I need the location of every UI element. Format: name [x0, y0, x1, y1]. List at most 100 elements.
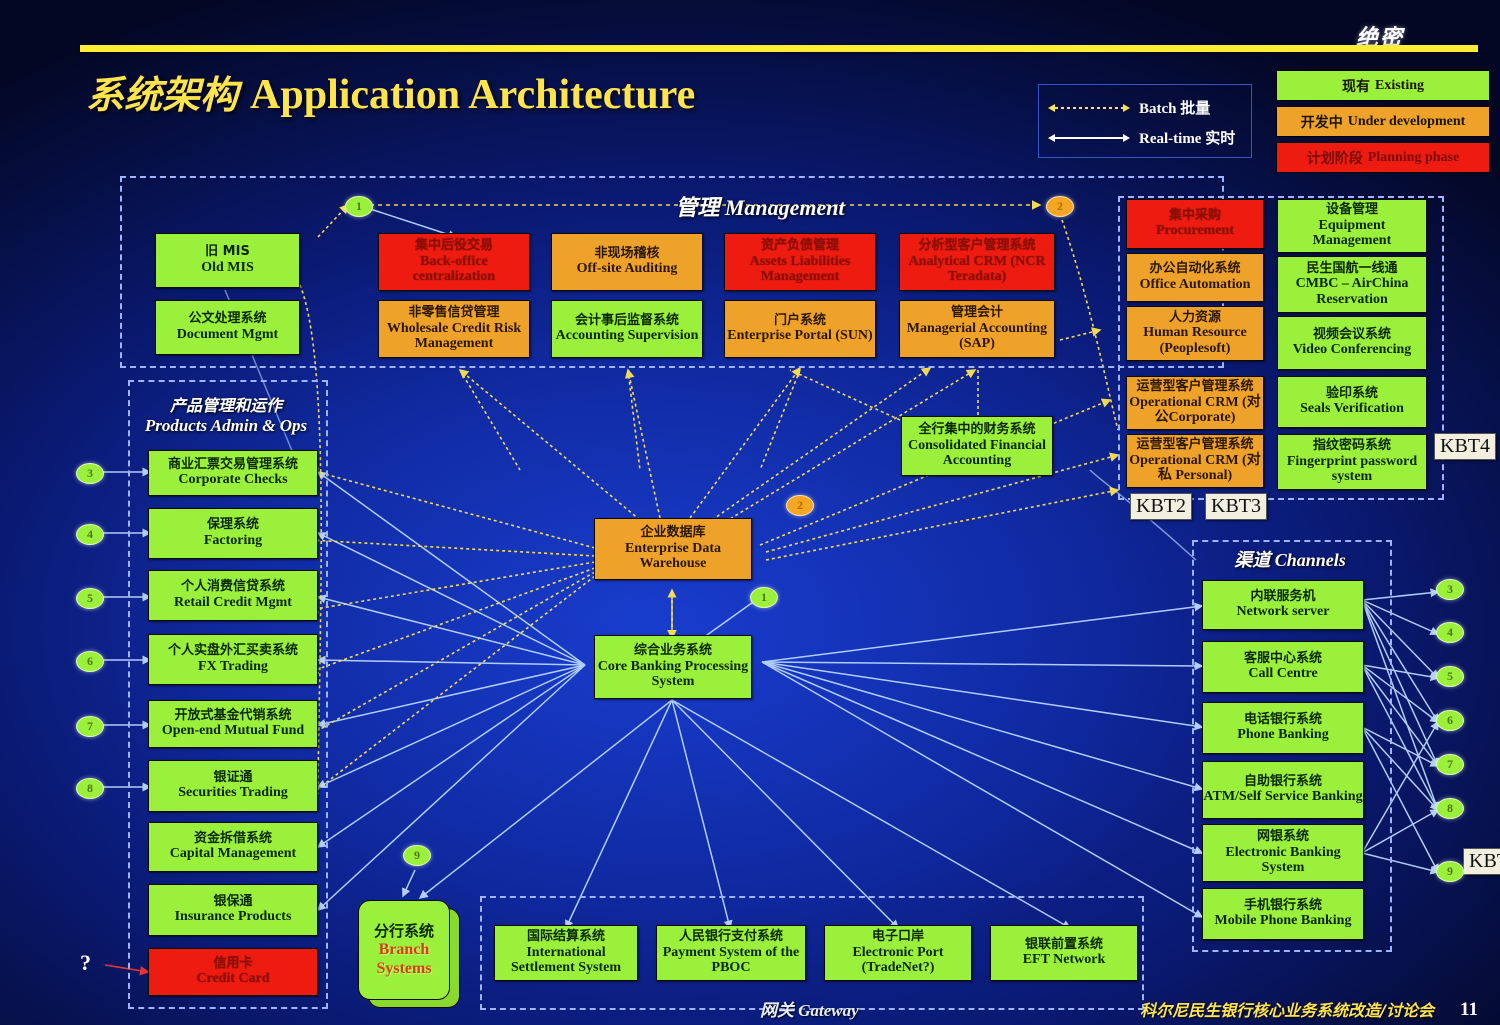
node-phone-banking[interactable]: 电话银行系统 Phone Banking [1202, 702, 1364, 754]
node-label-zh: 人民银行支付系统 [678, 929, 783, 945]
node-electronic-port[interactable]: 电子口岸 Electronic Port (TradeNet?) [824, 925, 972, 981]
legend-realtime: Real-time 实时 [1047, 127, 1235, 148]
node-label-zh: 非零售信贷管理 [408, 305, 500, 321]
node-payment-system-pboc[interactable]: 人民银行支付系统 Payment System of the PBOC [656, 925, 806, 981]
node-label-en: CMBC – AirChina Reservation [1295, 276, 1409, 307]
node-label-en: Operational CRM (对私 Personal) [1129, 452, 1261, 484]
title-rule [80, 45, 1478, 52]
badge-right-8: 8 [1436, 798, 1464, 819]
node-label-en: Credit Card [196, 971, 270, 987]
badge-right-6: 6 [1436, 710, 1464, 731]
node-corporate-checks[interactable]: 商业汇票交易管理系统 Corporate Checks [148, 450, 318, 496]
node-equipment-management[interactable]: 设备管理 Equipment Management [1277, 199, 1427, 253]
node-label-zh: 银联前置系统 [1024, 936, 1103, 952]
node-label-en: Assets Liabilities Management [749, 253, 851, 285]
node-fx-trading[interactable]: 个人实盘外汇买卖系统 FX Trading [148, 634, 318, 685]
node-label-zh: 门户系统 [773, 312, 826, 328]
node-label-zh: 指纹密码系统 [1312, 438, 1391, 454]
node-electronic-banking-system[interactable]: 网银系统 Electronic Banking System [1202, 824, 1364, 882]
node-credit-card[interactable]: 信用卡 Credit Card [148, 948, 318, 996]
node-label-en: Enterprise Portal (SUN) [727, 328, 873, 344]
node-analytical-crm[interactable]: 分析型客户管理系统 Analytical CRM (NCR Teradata) [899, 233, 1055, 291]
badge-left-3: 3 [76, 463, 104, 484]
node-label-zh: 运营型客户管理系统 [1136, 379, 1254, 395]
node-label-zh: 银证通 [213, 769, 253, 785]
swatch-existing-en: Existing [1374, 77, 1424, 93]
node-retail-credit-mgmt[interactable]: 个人消费信贷系统 Retail Credit Mgmt [148, 570, 318, 621]
branch-label-en2: Systems [376, 960, 432, 977]
node-label-zh: 电子口岸 [871, 929, 924, 945]
node-eft-network[interactable]: 银联前置系统 EFT Network [990, 925, 1138, 981]
node-label-en: Video Conferencing [1292, 342, 1412, 358]
node-managerial-accounting[interactable]: 管理会计 Managerial Accounting (SAP) [899, 300, 1055, 358]
kbt-tag-right: KBT [1463, 848, 1500, 875]
badge-branch-9: 9 [403, 845, 431, 866]
node-seals-verification[interactable]: 验印系统 Seals Verification [1277, 376, 1427, 428]
node-capital-management[interactable]: 资金拆借系统 Capital Management [148, 822, 318, 872]
node-branch-systems[interactable]: 分行系统 Branch Systems [358, 900, 450, 1000]
badge-right-7: 7 [1436, 754, 1464, 775]
node-cmbc-airchina-reservation[interactable]: 民生国航一线通 CMBC – AirChina Reservation [1277, 256, 1427, 313]
group-management-title-en: Management [724, 195, 845, 220]
node-open-end-mutual-fund[interactable]: 开放式基金代销系统 Open-end Mutual Fund [148, 700, 318, 748]
node-label-en: International Settlement System [510, 944, 622, 976]
node-factoring[interactable]: 保理系统 Factoring [148, 508, 318, 559]
node-enterprise-data-warehouse[interactable]: 企业数据库 Enterprise Data Warehouse [594, 518, 752, 580]
node-label-zh: 手机银行系统 [1243, 897, 1322, 913]
kbt-tag-4: KBT4 [1434, 433, 1496, 460]
node-consolidated-financial-accounting[interactable]: 全行集中的财务系统 Consolidated Financial Account… [901, 416, 1053, 476]
node-call-centre[interactable]: 客服中心系统 Call Centre [1202, 641, 1364, 693]
node-core-banking-processing-system[interactable]: 综合业务系统 Core Banking Processing System [594, 635, 752, 699]
group-management-title-zh: 管理 [675, 196, 720, 221]
group-channels-title: 渠道 Channels [1192, 546, 1388, 572]
page-title: 系统架构 Application Architecture [86, 64, 695, 119]
node-label-zh: 会计事后监督系统 [574, 312, 679, 328]
node-video-conferencing[interactable]: 视频会议系统 Video Conferencing [1277, 316, 1427, 370]
node-securities-trading[interactable]: 银证通 Securities Trading [148, 760, 318, 812]
node-label-en: Seals Verification [1300, 401, 1404, 417]
node-operational-crm-personal[interactable]: 运营型客户管理系统 Operational CRM (对私 Personal) [1126, 434, 1264, 488]
node-accounting-supervision[interactable]: 会计事后监督系统 Accounting Supervision [551, 300, 703, 358]
node-label-zh: 信用卡 [213, 955, 253, 971]
swatch-plan-zh: 计划阶段 [1306, 150, 1363, 167]
node-fingerprint-password-system[interactable]: 指纹密码系统 Fingerprint password system [1277, 434, 1427, 490]
group-gateway-title-zh: 网关 [760, 1001, 794, 1021]
badge-center-1: 1 [750, 587, 778, 608]
node-network-server[interactable]: 内联服务机 Network server [1202, 580, 1364, 630]
badge-left-4: 4 [76, 524, 104, 545]
node-label-en: Human Resource (Peoplesoft) [1143, 325, 1247, 356]
node-label-zh: 自助银行系统 [1243, 773, 1322, 789]
node-off-site-auditing[interactable]: 非现场稽核 Off-site Auditing [551, 233, 703, 291]
node-label-zh: 旧 MIS [205, 244, 250, 260]
group-products-title-zh: 产品管理和运作 [169, 396, 282, 415]
node-operational-crm-corporate[interactable]: 运营型客户管理系统 Operational CRM (对公Corporate) [1126, 376, 1264, 430]
node-label-en: Equipment Management [1312, 217, 1392, 249]
node-label-zh: 民生国航一线通 [1306, 260, 1398, 276]
node-enterprise-portal[interactable]: 门户系统 Enterprise Portal (SUN) [724, 300, 876, 358]
legend-batch: Batch 批量 [1047, 97, 1210, 118]
node-international-settlement-system[interactable]: 国际结算系统 International Settlement System [494, 925, 638, 981]
swatch-dev-en: Under development [1347, 113, 1466, 129]
node-document-mgmt[interactable]: 公文处理系统 Document Mgmt [155, 300, 300, 355]
node-mobile-phone-banking[interactable]: 手机银行系统 Mobile Phone Banking [1202, 888, 1364, 940]
node-office-automation[interactable]: 办公自动化系统 Office Automation [1126, 253, 1264, 302]
node-assets-liabilities-management[interactable]: 资产负债管理 Assets Liabilities Management [724, 233, 876, 291]
node-label-en: Wholesale Credit Risk Management [386, 320, 522, 352]
node-wholesale-credit-risk-management[interactable]: 非零售信贷管理 Wholesale Credit Risk Management [378, 300, 530, 358]
node-old-mis[interactable]: 旧 MIS Old MIS [155, 233, 300, 288]
branch-label-zh: 分行系统 [373, 921, 434, 940]
node-procurement[interactable]: 集中采购 Procurement [1126, 199, 1264, 249]
node-back-office-centralization[interactable]: 集中后役交易 Back-office centralization [378, 233, 530, 291]
node-label-en: Office Automation [1139, 276, 1251, 292]
node-atm-self-service-banking[interactable]: 自助银行系统 ATM/Self Service Banking [1202, 761, 1364, 819]
node-label-en: Factoring [203, 532, 263, 548]
node-human-resource[interactable]: 人力资源 Human Resource (Peoplesoft) [1126, 306, 1264, 361]
node-label-en: Old MIS [201, 259, 254, 275]
node-label-zh: 运营型客户管理系统 [1136, 437, 1254, 453]
node-label-zh: 综合业务系统 [633, 643, 712, 659]
badge-left-8: 8 [76, 778, 104, 799]
node-label-en: Managerial Accounting (SAP) [906, 320, 1048, 352]
node-label-en: Consolidated Financial Accounting [907, 437, 1047, 469]
node-label-zh: 人力资源 [1168, 309, 1221, 325]
node-insurance-products[interactable]: 银保通 Insurance Products [148, 884, 318, 936]
